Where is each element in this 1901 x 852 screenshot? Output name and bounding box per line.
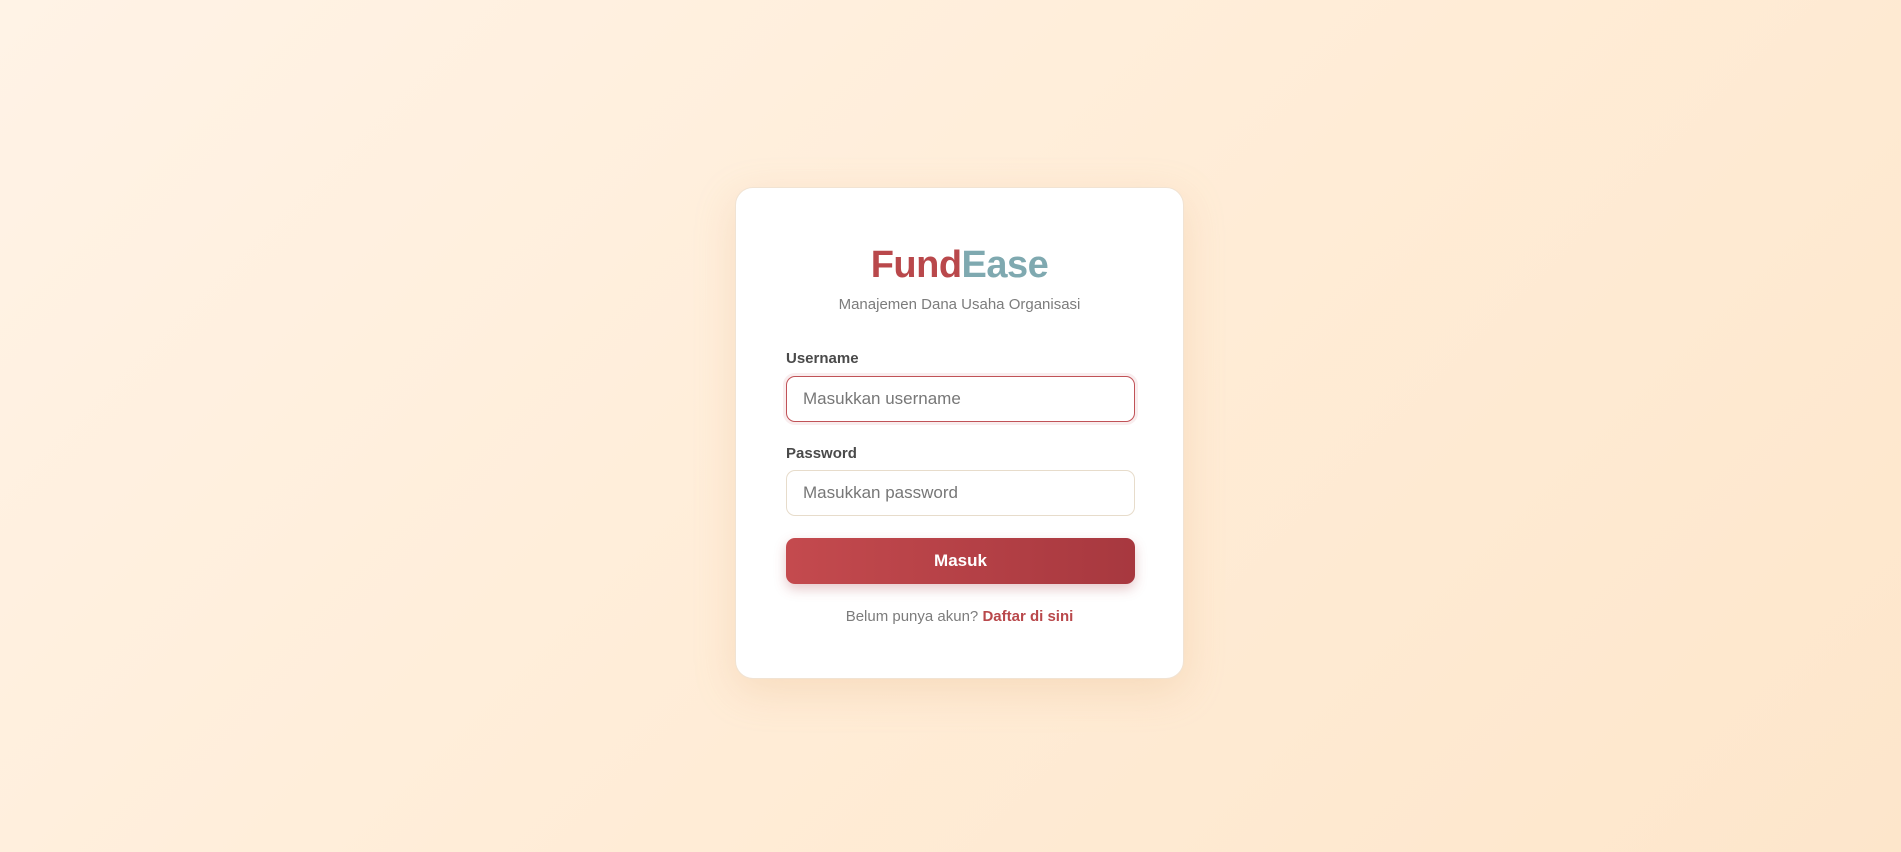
brand-subtitle: Manajemen Dana Usaha Organisasi — [838, 296, 1081, 313]
brand-logo-ease: Ease — [961, 244, 1049, 286]
register-prompt: Belum punya akun? Daftar di sini — [736, 608, 1183, 626]
login-card: FundEase Manajemen Dana Usaha Organisasi… — [735, 187, 1184, 679]
username-input[interactable] — [786, 376, 1135, 422]
brand-logo: FundEase — [736, 242, 1183, 288]
login-button[interactable]: Masuk — [786, 538, 1135, 584]
password-label: Password — [786, 445, 857, 462]
brand-logo-fund: Fund — [870, 244, 962, 286]
register-prompt-text: Belum punya akun? — [845, 608, 979, 625]
username-label: Username — [786, 350, 859, 367]
register-link[interactable]: Daftar di sini — [982, 608, 1073, 625]
password-input[interactable] — [786, 470, 1135, 516]
